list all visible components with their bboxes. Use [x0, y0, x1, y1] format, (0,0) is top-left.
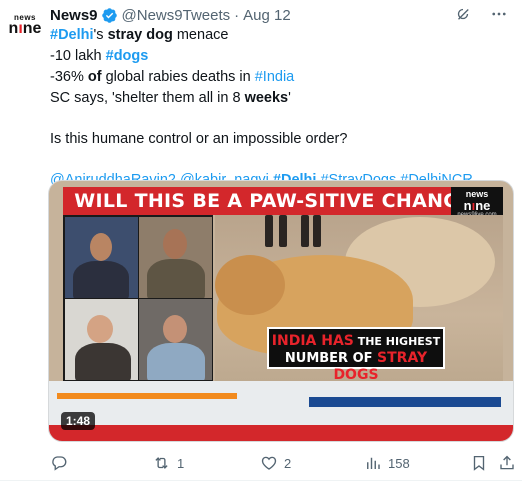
panelist-cam-4 — [139, 299, 212, 380]
avatar-text-ne: ne — [22, 19, 42, 37]
video-banner: WILL THIS BE A PAW-SITIVE CHANGE? — [63, 187, 495, 215]
action-bar: 1 2 158 — [50, 454, 516, 472]
verified-badge-icon — [101, 7, 118, 24]
logo-text-mid: nıne — [451, 199, 503, 212]
avatar-text-bottom: nıne — [8, 19, 42, 37]
author-avatar[interactable]: news nıne — [6, 6, 44, 44]
news-ticker — [49, 381, 513, 441]
text-segment: -10 lakh — [50, 48, 106, 64]
video-banner-text: WILL THIS BE A PAW-SITIVE CHANGE? — [74, 190, 484, 212]
text-segment: 's — [93, 27, 108, 43]
ticker-red-strip — [49, 425, 513, 441]
tweet-line-3: -36% of global rabies deaths in #India — [50, 67, 500, 88]
panelist-cam-2 — [139, 217, 212, 298]
like-icon — [260, 454, 278, 472]
text-bold-segment: stray dog — [107, 27, 173, 43]
avatar-text-n: n — [8, 19, 19, 37]
like-button[interactable]: 2 — [260, 454, 291, 472]
retweet-icon — [152, 454, 171, 472]
share-button[interactable] — [498, 454, 516, 472]
separator-dot: · — [234, 6, 240, 24]
video-duration: 1:48 — [61, 412, 96, 430]
tweet-line-4: SC says, 'shelter them all in 8 weeks' — [50, 88, 500, 109]
bookmark-button[interactable] — [470, 454, 488, 472]
text-segment: -36% — [50, 69, 88, 85]
bookmark-icon — [470, 454, 488, 472]
text-segment: SC says, 'shelter them all in 8 — [50, 90, 245, 106]
logo-ne: ne — [475, 198, 491, 213]
text-segment: global rabies deaths in — [101, 69, 255, 85]
caption-red-1: INDIA HAS — [271, 333, 354, 349]
hashtag-dogs-link[interactable]: #dogs — [106, 48, 149, 64]
lower-third-caption: INDIA HAS THE HIGHEST NUMBER OF STRAY DO… — [267, 327, 445, 382]
caption-white-2: NUMBER OF — [284, 350, 378, 366]
tweet-date[interactable]: Aug 12 — [243, 7, 291, 24]
views-button[interactable]: 158 — [364, 454, 410, 472]
author-handle[interactable]: @News9Tweets — [122, 7, 231, 24]
tweet-header: News9 @News9Tweets · Aug 12 — [50, 5, 291, 25]
ticker-blue-strip — [309, 397, 501, 407]
retweet-count: 1 — [177, 455, 185, 471]
author-name[interactable]: News9 — [50, 7, 98, 24]
tweet-line-2: -10 lakh #dogs — [50, 46, 500, 67]
share-icon — [498, 454, 516, 472]
video-player[interactable]: WILL THIS BE A PAW-SITIVE CHANGE? news n… — [48, 180, 514, 442]
hashtag-delhi-link[interactable]: #Delhi — [50, 27, 94, 43]
dog-head — [215, 255, 285, 315]
text-segment: ' — [288, 90, 291, 106]
logo-n: n — [463, 198, 472, 213]
more-icon[interactable] — [490, 5, 508, 23]
text-segment: menace — [172, 27, 229, 43]
retweet-button[interactable]: 1 — [152, 454, 184, 472]
like-count: 2 — [284, 455, 292, 471]
tweet-question: Is this humane control or an impossible … — [50, 131, 348, 147]
views-icon — [364, 454, 382, 472]
panelist-grid — [63, 215, 213, 381]
views-count: 158 — [388, 455, 410, 471]
tweet-text: #Delhi's stray dog menace -10 lakh #dogs… — [50, 25, 500, 191]
reply-button[interactable] — [50, 454, 74, 472]
header-actions — [454, 5, 508, 23]
tweet-line-1: #Delhi's stray dog menace — [50, 25, 500, 46]
ticker-orange-strip — [57, 393, 237, 399]
hashtag-india-link[interactable]: #India — [255, 69, 295, 85]
panelist-cam-3 — [65, 299, 138, 380]
people-legs — [265, 215, 325, 247]
text-bold-segment: of — [87, 69, 102, 85]
grok-icon[interactable] — [454, 5, 472, 23]
caption-white-1: THE HIGHEST — [353, 335, 441, 348]
reply-icon — [50, 454, 68, 472]
text-bold-segment: weeks — [244, 90, 289, 106]
panelist-cam-1 — [65, 217, 138, 298]
